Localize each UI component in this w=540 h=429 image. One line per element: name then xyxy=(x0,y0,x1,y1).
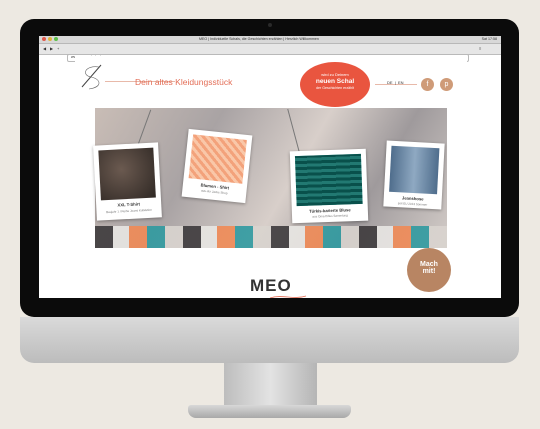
logo-thread-icon xyxy=(269,295,307,298)
scarf-pile xyxy=(95,226,447,248)
minimize-window-button[interactable] xyxy=(48,37,52,41)
lang-sep: | xyxy=(395,80,397,85)
add-tab-icon[interactable]: + xyxy=(57,46,59,51)
headline: Dein altes Kleidungsstück xyxy=(135,77,233,87)
browser-titlebar: MEO | Individuelle Schals, die Geschicht… xyxy=(39,36,501,44)
zoom-window-button[interactable] xyxy=(54,37,58,41)
monitor-stand xyxy=(224,363,317,408)
screen: MEO | Individuelle Schals, die Geschicht… xyxy=(39,36,501,298)
badge-line3: der Geschichten erzählt xyxy=(316,86,354,90)
product-photo xyxy=(294,153,363,207)
close-window-button[interactable] xyxy=(42,37,46,41)
tagline-badge: wird zu Deinem neuen Schal der Geschicht… xyxy=(300,62,370,107)
product-card-tuerkis-bluse[interactable]: Türkis-karierte Bluse aus Oma Eilles Sam… xyxy=(289,148,369,224)
product-card-blumen-shirt[interactable]: Blumen - Shirt aus der Jacke Shop xyxy=(181,128,253,204)
product-subtitle: Baujahr 1 / Reihe Jeans Kollektion xyxy=(106,207,153,215)
hero-banner: XXL T-Shirt Baujahr 1 / Reihe Jeans Koll… xyxy=(93,108,447,248)
forward-icon[interactable]: ▶ xyxy=(50,46,53,51)
menubar-clock: Sat 17:58 xyxy=(481,37,497,41)
lang-en[interactable]: EN xyxy=(398,80,404,85)
monitor-foot xyxy=(188,405,351,418)
cta-line2: mit! xyxy=(422,268,436,275)
browser-toolbar: ◀ ▶ + www.meo-schals.de ≡ xyxy=(39,44,501,62)
mach-mit-button[interactable]: Mach mit! xyxy=(407,248,451,292)
monitor-chin xyxy=(20,317,519,363)
camera-icon xyxy=(268,23,272,27)
product-card-xxl-tshirt[interactable]: XXL T-Shirt Baujahr 1 / Reihe Jeans Koll… xyxy=(93,142,162,221)
product-photo xyxy=(188,134,247,184)
brand-logo[interactable]: MEO xyxy=(250,276,292,296)
product-photo xyxy=(98,147,156,201)
pinterest-icon[interactable]: p xyxy=(440,78,453,91)
cta-line1: Mach xyxy=(420,261,438,268)
badge-line2: neuen Schal xyxy=(315,78,355,85)
product-card-jeanshose[interactable]: Jeanshose seit EU 2013 Sommer xyxy=(383,140,445,210)
product-photo xyxy=(389,145,440,195)
facebook-icon[interactable]: f xyxy=(421,78,434,91)
needle-thread-icon xyxy=(81,64,102,90)
window-title: MEO | Individuelle Schals, die Geschicht… xyxy=(199,37,319,41)
reader-icon[interactable]: ≡ xyxy=(479,46,481,51)
lang-de[interactable]: DE xyxy=(387,80,393,85)
badge-line1: wird zu Deinem xyxy=(321,72,349,77)
back-icon[interactable]: ◀ xyxy=(43,46,46,51)
